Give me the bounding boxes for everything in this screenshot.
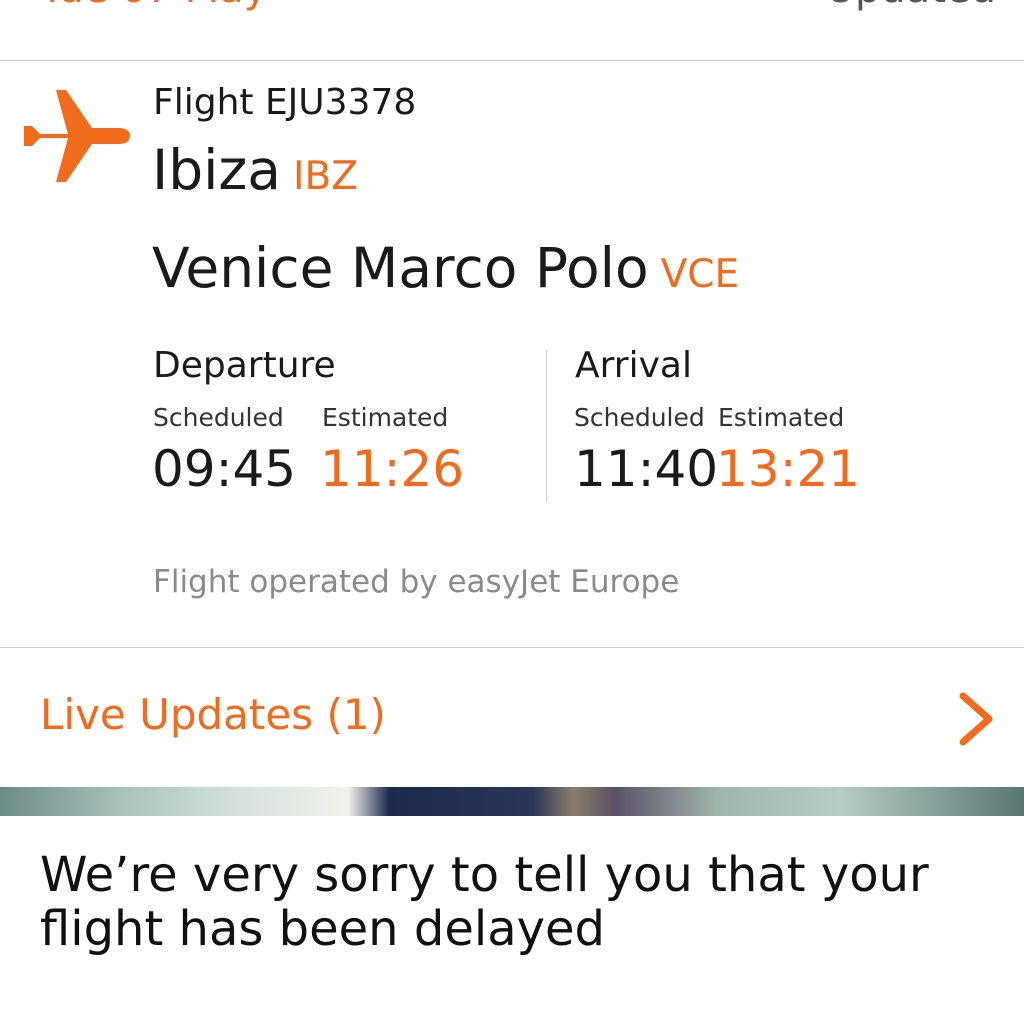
- live-updates-label: Live Updates (1): [40, 690, 386, 739]
- departure-title: Departure: [153, 345, 336, 386]
- banner-image: [0, 787, 1024, 816]
- chevron-right-icon: [959, 692, 993, 746]
- operator-note: Flight operated by easyJet Europe: [153, 564, 680, 600]
- departure-estimated-label: Estimated: [322, 403, 449, 432]
- arrival-scheduled-label: Scheduled: [574, 403, 705, 432]
- header-date: Tue 07 May: [40, 0, 267, 12]
- destination-airport: Venice Marco Polo VCE: [152, 236, 739, 300]
- header: Tue 07 May Updated: [0, 0, 1024, 61]
- arrival-estimated-time: 13:21: [716, 440, 861, 498]
- destination-city: Venice Marco Polo: [152, 236, 649, 300]
- live-updates-row[interactable]: Live Updates (1): [0, 648, 1024, 786]
- departure-estimated-time: 11:26: [320, 440, 465, 498]
- arrival-title: Arrival: [575, 345, 692, 386]
- delay-message: We’re very sorry to tell you that your f…: [40, 847, 929, 957]
- arrival-scheduled-time: 11:40: [574, 440, 719, 498]
- origin-city: Ibiza: [152, 138, 281, 202]
- column-divider: [546, 350, 547, 502]
- departure-scheduled-label: Scheduled: [153, 403, 284, 432]
- origin-code: IBZ: [293, 154, 358, 199]
- header-updated: Updated: [826, 0, 996, 12]
- airplane-icon: [24, 90, 130, 182]
- destination-code: VCE: [660, 252, 740, 297]
- flight-status-screen: Tue 07 May Updated Flight EJU3378 IbizaI…: [0, 0, 1024, 1024]
- arrival-estimated-label: Estimated: [718, 403, 845, 432]
- origin-airport: Ibiza IBZ: [152, 138, 358, 202]
- departure-scheduled-time: 09:45: [152, 440, 297, 498]
- flight-number: Flight EJU3378: [153, 82, 417, 123]
